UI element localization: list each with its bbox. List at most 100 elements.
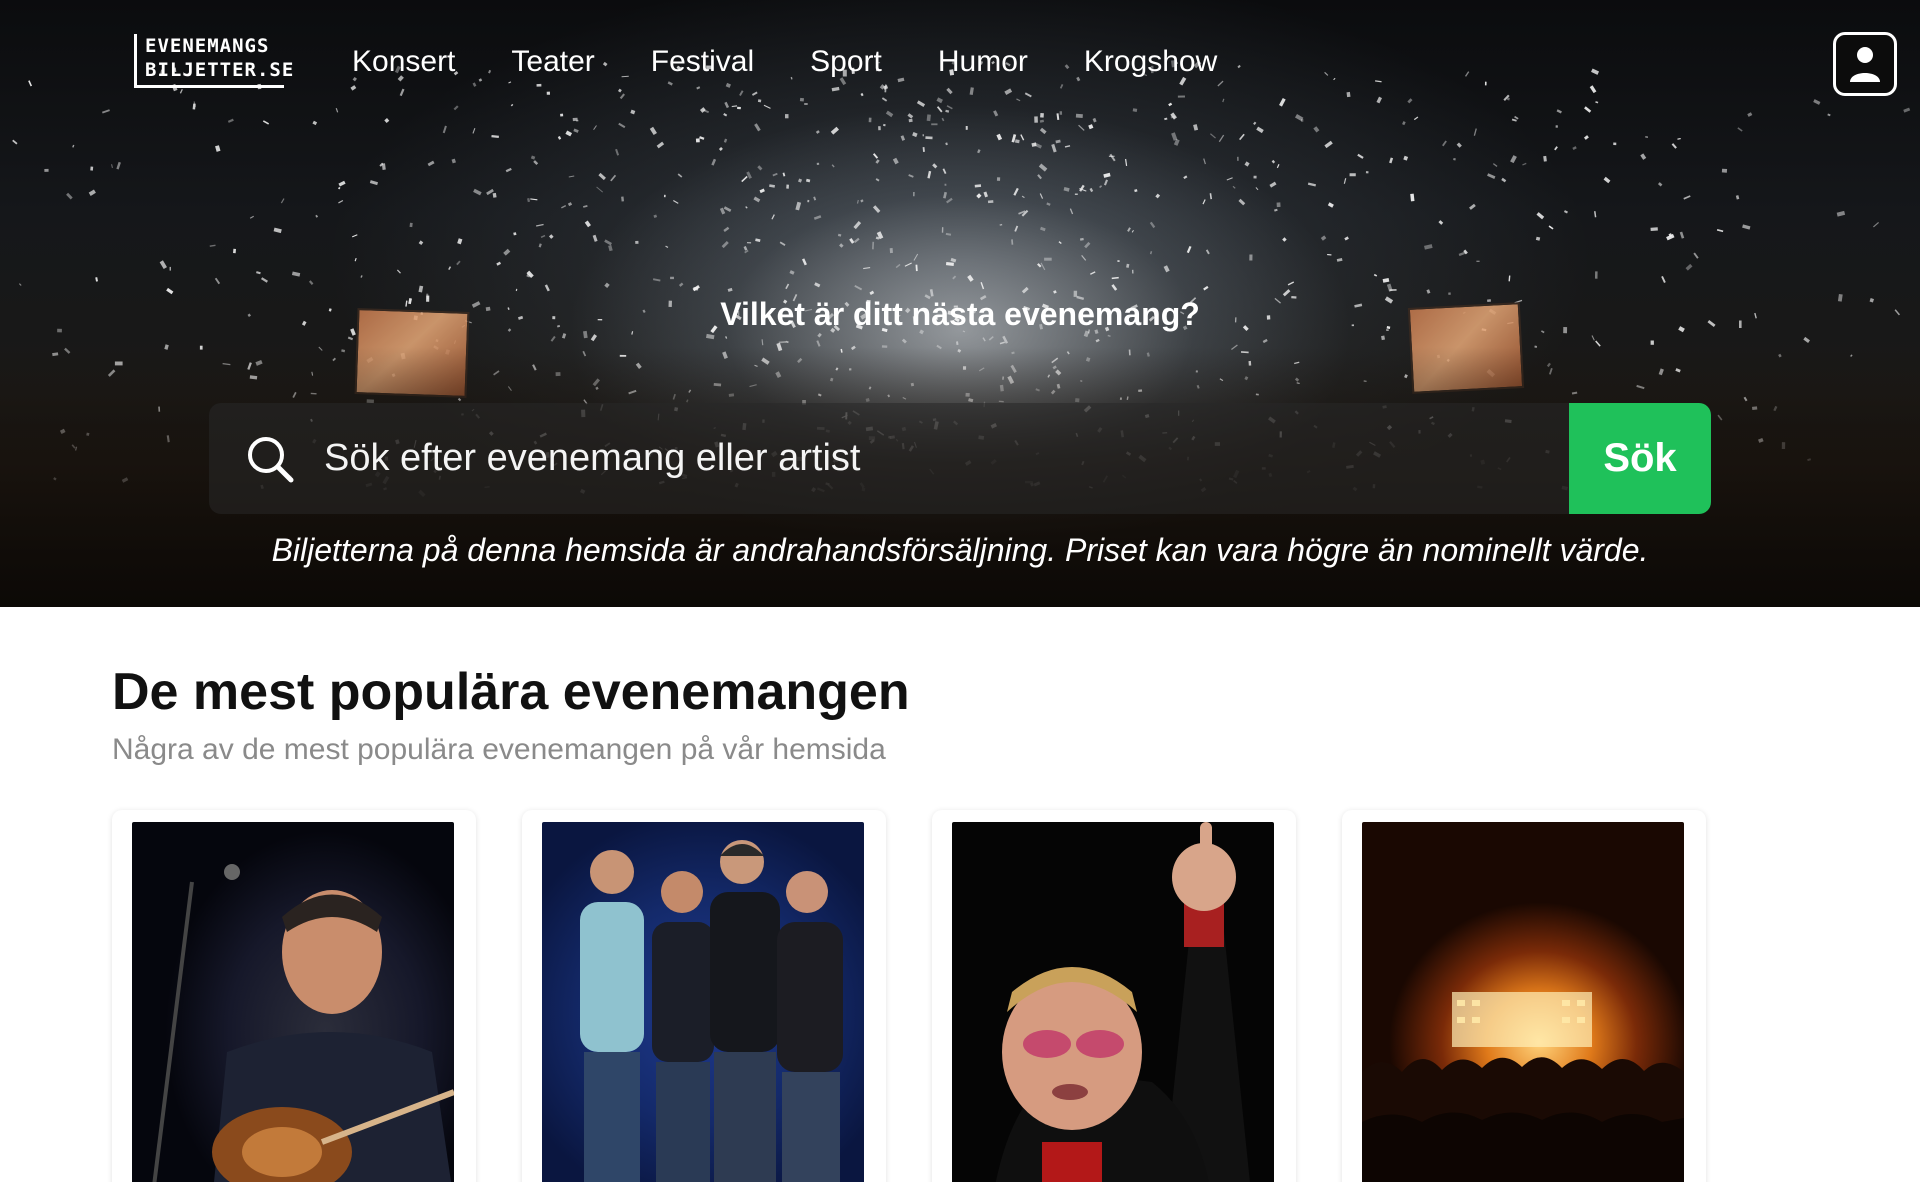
confetti-piece <box>969 87 974 96</box>
confetti-piece <box>166 287 174 295</box>
logo-line-1: EVENEMANGS <box>145 35 270 57</box>
confetti-piece <box>1448 292 1451 295</box>
confetti-piece <box>1438 220 1444 225</box>
search-input[interactable] <box>324 437 1524 480</box>
confetti-piece <box>731 105 738 108</box>
confetti-piece <box>1149 251 1153 255</box>
confetti-piece <box>1536 212 1545 220</box>
confetti-piece <box>1040 113 1044 118</box>
confetti-piece <box>672 200 679 204</box>
confetti-piece <box>1014 139 1020 144</box>
confetti-piece <box>1650 340 1654 345</box>
confetti-piece <box>1484 81 1487 86</box>
confetti-piece <box>908 174 914 178</box>
confetti-piece <box>215 145 221 152</box>
confetti-piece <box>617 88 622 93</box>
confetti-piece <box>44 168 49 172</box>
confetti-piece <box>677 173 683 178</box>
search-box[interactable] <box>209 403 1569 514</box>
confetti-piece <box>1040 262 1046 271</box>
user-account-button[interactable] <box>1833 32 1897 96</box>
confetti-piece <box>956 341 959 346</box>
confetti-piece <box>1177 95 1185 98</box>
confetti-piece <box>1501 177 1507 183</box>
confetti-piece <box>1055 139 1061 144</box>
confetti-piece <box>1149 221 1156 229</box>
confetti-piece <box>1209 193 1213 200</box>
confetti-piece <box>881 97 888 102</box>
confetti-piece <box>746 171 752 179</box>
confetti-piece <box>875 159 880 164</box>
confetti-piece <box>751 91 758 96</box>
confetti-piece <box>472 128 476 134</box>
confetti-piece <box>560 113 564 117</box>
confetti-piece <box>486 188 494 196</box>
confetti-piece <box>1084 241 1091 249</box>
confetti-piece <box>1079 237 1084 241</box>
confetti-piece <box>936 106 943 113</box>
confetti-piece <box>1716 228 1724 233</box>
confetti-piece <box>1024 92 1032 98</box>
confetti-piece <box>813 215 822 220</box>
confetti-piece <box>753 196 761 203</box>
confetti-piece <box>695 138 700 143</box>
confetti-piece <box>739 90 744 96</box>
confetti-piece <box>1389 157 1394 164</box>
nav-konsert[interactable]: Konsert <box>352 42 455 82</box>
confetti-piece <box>347 336 354 341</box>
confetti-piece <box>1011 239 1014 245</box>
confetti-piece <box>1193 124 1199 131</box>
confetti-piece <box>1456 142 1462 148</box>
nav-krogshow[interactable]: Krogshow <box>1084 42 1217 82</box>
confetti-piece <box>721 241 729 249</box>
confetti-piece <box>1040 226 1046 232</box>
confetti-piece <box>974 184 982 188</box>
event-card[interactable] <box>932 810 1296 1182</box>
resale-disclaimer: Biljetterna på denna hemsida är andrahan… <box>271 532 1649 568</box>
confetti-piece <box>583 205 588 208</box>
search-button[interactable]: Sök <box>1569 403 1711 514</box>
event-card[interactable] <box>1342 810 1706 1182</box>
confetti-piece <box>816 340 821 347</box>
confetti-piece <box>950 257 957 263</box>
confetti-piece <box>1058 241 1062 245</box>
confetti-piece <box>1088 124 1094 130</box>
confetti-piece <box>868 117 872 123</box>
confetti-piece <box>786 184 789 189</box>
event-card[interactable] <box>112 810 476 1182</box>
confetti-piece <box>1256 126 1264 134</box>
confetti-piece <box>1426 289 1431 294</box>
confetti-piece <box>727 287 733 292</box>
confetti-piece <box>652 278 661 282</box>
confetti-piece <box>409 222 413 228</box>
confetti-piece <box>1442 140 1447 147</box>
event-card[interactable] <box>522 810 886 1182</box>
nav-humor[interactable]: Humor <box>938 42 1028 82</box>
confetti-piece <box>853 237 860 244</box>
confetti-piece <box>653 214 658 218</box>
confetti-piece <box>1034 116 1038 123</box>
confetti-piece <box>1508 275 1511 282</box>
confetti-piece <box>769 184 776 188</box>
confetti-piece <box>913 191 915 197</box>
confetti-piece <box>1747 112 1753 117</box>
confetti-piece <box>1645 136 1648 138</box>
confetti-piece <box>351 234 358 238</box>
confetti-piece <box>28 80 33 87</box>
confetti-piece <box>604 282 610 289</box>
confetti-piece <box>12 139 18 145</box>
site-logo[interactable]: EVENEMANGS BILJETTER.SE <box>134 34 293 88</box>
confetti-piece <box>1155 193 1161 199</box>
confetti-piece <box>1320 235 1327 241</box>
confetti-piece <box>1053 290 1057 294</box>
confetti-piece <box>1595 340 1601 347</box>
confetti-piece <box>1126 263 1130 268</box>
confetti-piece <box>1591 335 1595 341</box>
confetti-piece <box>724 101 730 109</box>
confetti-piece <box>785 340 789 344</box>
nav-sport[interactable]: Sport <box>810 42 882 82</box>
confetti-piece <box>1464 71 1470 77</box>
nav-festival[interactable]: Festival <box>651 42 754 82</box>
confetti-piece <box>442 125 447 134</box>
nav-teater[interactable]: Teater <box>511 42 594 82</box>
